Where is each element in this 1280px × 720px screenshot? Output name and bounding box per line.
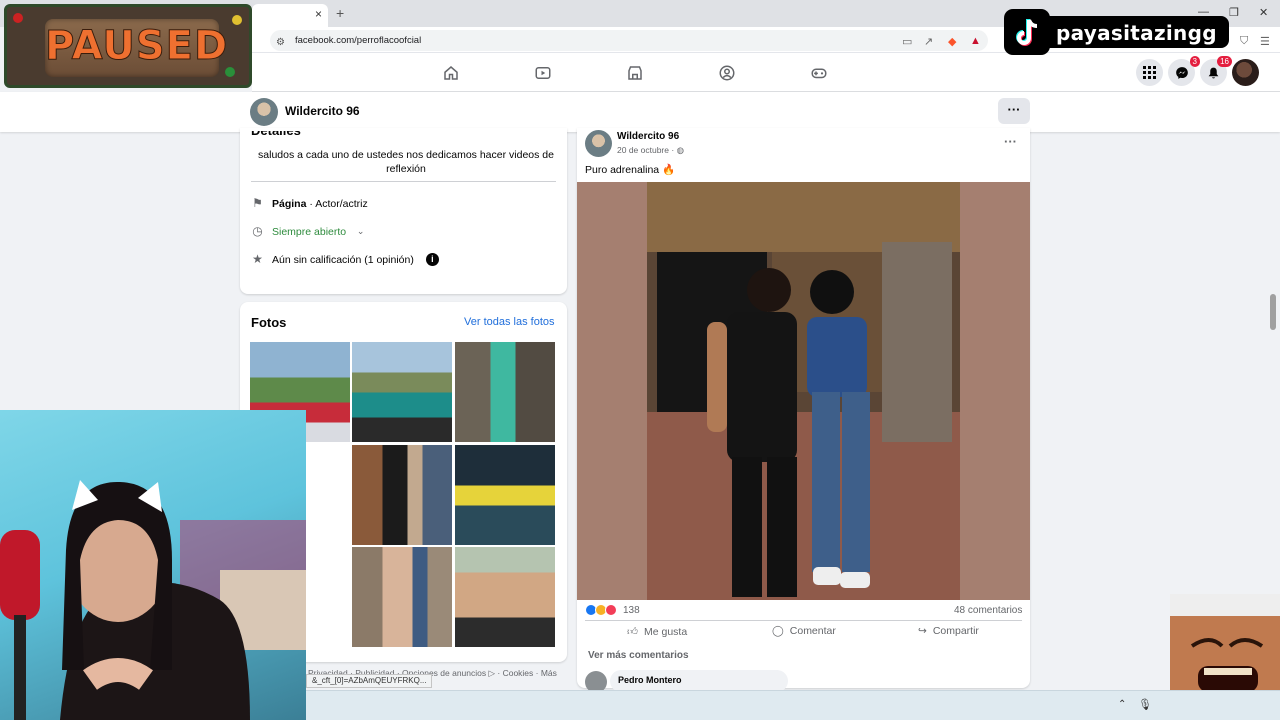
page-category: · Actor/actriz <box>306 197 368 210</box>
restore-icon[interactable]: ❐ <box>1229 6 1239 19</box>
comments-count[interactable]: 48 comentarios <box>954 605 1022 616</box>
microphone-icon[interactable]: 🎙︎ <box>1138 698 1152 711</box>
groups-icon[interactable] <box>718 64 736 82</box>
browser-tab[interactable]: × <box>252 4 328 27</box>
divider <box>585 620 1022 621</box>
messenger-badge: 3 <box>1189 56 1200 67</box>
reactions-summary[interactable]: 138 <box>585 604 640 616</box>
system-taskbar: ⌃ 🎙︎ <box>306 690 1280 720</box>
post-date-text[interactable]: 20 de octubre · <box>617 145 674 155</box>
profile-name[interactable]: Wildercito 96 <box>285 104 360 118</box>
url-text[interactable]: facebook.com/perroflacoofcial <box>295 35 421 46</box>
post-options-icon[interactable]: ··· <box>1004 134 1017 149</box>
chevron-down-icon[interactable]: ⌄ <box>354 225 367 238</box>
notifications-badge: 16 <box>1217 56 1232 67</box>
like-label: Me gusta <box>643 625 688 638</box>
grid-icon <box>1143 66 1156 79</box>
post-author[interactable]: Wildercito 96 <box>617 131 679 142</box>
photo-thumbnail[interactable] <box>455 342 555 442</box>
bio-text: saludos a cada uno de ustedes nos dedica… <box>258 149 554 175</box>
share-arrow-icon: ↪ <box>918 625 927 637</box>
clock-icon: ◷ <box>252 224 263 238</box>
tiktok-username-overlay: payasitazingg <box>1004 9 1229 55</box>
reaction-count[interactable]: 138 <box>623 605 640 616</box>
install-app-icon[interactable]: ▭ <box>902 35 912 48</box>
comment-icon: ◯ <box>772 625 784 637</box>
gaming-icon[interactable] <box>810 64 828 82</box>
tray-chevron-icon[interactable]: ⌃ <box>1118 699 1126 710</box>
like-button[interactable]: 👍︎ Me gusta <box>627 625 688 639</box>
post-image[interactable] <box>577 182 1030 600</box>
brave-shield-icon[interactable]: ◆ <box>948 35 956 48</box>
page-label: Página <box>272 197 307 210</box>
info-icon[interactable]: i <box>425 253 439 266</box>
marketplace-icon[interactable] <box>626 64 644 82</box>
link-status-bar: &_cft_[0]=AZbAmQEUYFRKQ... <box>306 674 433 688</box>
new-tab-button[interactable]: + <box>336 5 344 21</box>
paused-sign: PAUSED <box>45 19 229 77</box>
site-settings-icon[interactable]: ⚙ <box>276 37 285 48</box>
post-date[interactable]: 20 de octubre · ◍ <box>617 145 684 156</box>
commenter-name[interactable]: Pedro Montero <box>618 675 682 685</box>
profile-more-button[interactable]: ··· <box>998 98 1030 124</box>
menu-icon[interactable]: ☰ <box>1260 35 1270 48</box>
post-text: Puro adrenalina 🔥 <box>585 164 676 176</box>
close-tab-icon[interactable]: × <box>315 7 322 21</box>
see-more-comments-link[interactable]: Ver más comentarios <box>588 650 689 661</box>
account-avatar[interactable] <box>1232 59 1259 86</box>
globe-icon: ◍ <box>676 145 684 155</box>
love-reaction-icon <box>605 604 617 616</box>
scrollbar-thumb[interactable] <box>1270 294 1276 330</box>
url-field[interactable]: ⚙ facebook.com/perroflacoofcial <box>270 30 988 51</box>
divider <box>251 181 556 182</box>
notifications-button[interactable]: 16 <box>1200 56 1232 86</box>
paused-overlay: PAUSED <box>4 4 252 88</box>
tiktok-logo-icon <box>1004 9 1050 55</box>
star-icon: ★ <box>252 252 263 266</box>
webcam-overlay <box>0 410 306 720</box>
post-image-drawing <box>647 182 960 600</box>
post-author-avatar[interactable] <box>585 130 612 157</box>
rating-text: Aún sin calificación (1 opinión) <box>272 253 414 266</box>
comment-button[interactable]: ◯ Comentar <box>772 625 836 637</box>
hours-text[interactable]: Siempre abierto <box>272 226 346 238</box>
photos-title: Fotos <box>251 315 287 330</box>
vpn-icon[interactable]: ⛉ <box>1240 35 1248 48</box>
ornament-icon <box>232 15 242 25</box>
see-all-photos-link[interactable]: Ver todas las fotos <box>464 316 555 328</box>
photo-thumbnail[interactable] <box>352 445 452 545</box>
paused-text: PAUSED <box>45 23 229 70</box>
rating-row: ★ Aún sin calificación (1 opinión) i <box>251 253 439 266</box>
thumbs-up-icon: 👍︎ <box>627 626 638 638</box>
webcam-drawing <box>0 480 306 720</box>
page-category-row: ⚑ Página · Actor/actriz <box>251 197 368 210</box>
photo-thumbnail[interactable] <box>455 547 555 647</box>
menu-grid-button[interactable] <box>1136 59 1163 86</box>
share-icon[interactable]: ↗ <box>924 35 933 48</box>
share-label: Compartir <box>932 625 979 637</box>
bell-icon <box>1208 67 1219 78</box>
tiktok-note-icon <box>1016 19 1038 46</box>
home-icon[interactable] <box>442 64 460 82</box>
share-button[interactable]: ↪ Compartir <box>918 625 979 637</box>
ornament-icon <box>13 13 23 23</box>
hours-row[interactable]: ◷ Siempre abierto ⌄ <box>251 225 367 238</box>
photo-thumbnail[interactable] <box>352 342 452 442</box>
comment-label: Comentar <box>789 625 836 637</box>
profile-avatar[interactable] <box>250 98 278 126</box>
tiktok-username: payasitazingg <box>1056 21 1217 45</box>
flag-icon: ⚑ <box>252 196 263 210</box>
photo-thumbnail[interactable] <box>455 445 555 545</box>
window-close-icon[interactable]: ✕ <box>1259 6 1268 19</box>
profile-sticky-header: Wildercito 96 ··· <box>0 92 1280 132</box>
messenger-button[interactable]: 3 <box>1168 56 1200 86</box>
rewards-icon[interactable]: ▲ <box>970 35 981 47</box>
messenger-icon <box>1175 66 1188 79</box>
facebook-nav: 3 16 <box>252 53 1280 92</box>
photo-thumbnail[interactable] <box>352 547 452 647</box>
watch-icon[interactable] <box>534 64 552 82</box>
